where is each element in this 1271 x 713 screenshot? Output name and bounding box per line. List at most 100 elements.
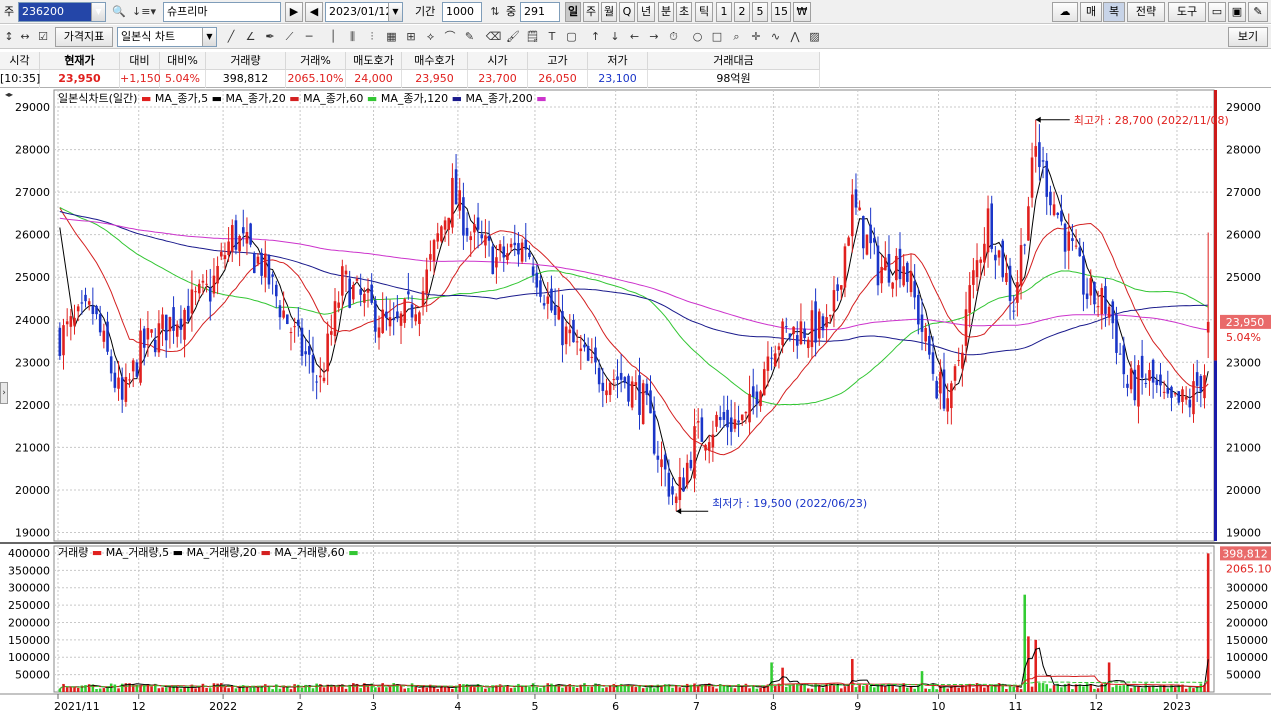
tools-button[interactable]: 도구	[1168, 2, 1206, 22]
period-button-10[interactable]: 5	[752, 2, 768, 22]
right-button-0[interactable]: 매	[1080, 2, 1102, 22]
period-button-4[interactable]: 년	[637, 2, 655, 22]
stock-name-field[interactable]: 슈프리마	[163, 2, 281, 22]
chevron-down-icon[interactable]: ▼	[91, 3, 105, 21]
candle-body-186	[740, 414, 744, 421]
candle-body-289	[1118, 353, 1122, 355]
candle-body-183	[729, 417, 733, 432]
candle-body-140	[572, 319, 575, 343]
candle-body-193	[766, 356, 770, 371]
period-button-2[interactable]: 월	[601, 2, 617, 22]
period-button-12[interactable]: ₩	[793, 2, 811, 22]
candle-body-57	[267, 255, 271, 285]
candle-body-80	[352, 285, 355, 300]
volume-bar-232	[909, 686, 913, 692]
gann-icon[interactable]: ⊞	[402, 27, 420, 47]
side-panel-toggle-icon[interactable]: ›	[0, 382, 8, 404]
candle-body-15	[113, 372, 117, 388]
volume-bar-159	[641, 688, 645, 692]
rect-icon[interactable]: □	[708, 27, 726, 47]
stock-code-input[interactable]: 236200 ▼	[18, 2, 106, 22]
chart-type-select[interactable]: 일본식 차트 ▼	[117, 27, 217, 47]
fan-icon[interactable]: ⟡	[422, 27, 440, 47]
candle-body-149	[605, 390, 608, 396]
period-button-8[interactable]: 1	[716, 2, 732, 22]
down-icon[interactable]: ↓	[606, 27, 624, 47]
sort-icon[interactable]: ↓≡▾	[130, 2, 158, 22]
grid-icon[interactable]: ▦	[383, 27, 401, 47]
vline-icon[interactable]: │	[324, 27, 342, 47]
count-input[interactable]: 291	[520, 2, 560, 22]
volume-bar-235	[920, 671, 924, 692]
channel-icon[interactable]: ⫼	[344, 27, 362, 47]
volume-bar-214	[843, 686, 847, 692]
candle-body-4	[73, 317, 76, 326]
angle-line-icon[interactable]: ∠	[242, 27, 260, 47]
wave-icon[interactable]: ∿	[767, 27, 785, 47]
period-button-5[interactable]: 분	[658, 2, 674, 22]
box-icon[interactable]: ▢	[563, 27, 581, 47]
play-forward-button[interactable]: ▶	[285, 2, 303, 22]
hline-icon[interactable]: ─	[300, 27, 318, 47]
period-button-9[interactable]: 2	[734, 2, 750, 22]
right-button-1[interactable]: 복	[1103, 2, 1125, 22]
volume-bar-169	[678, 687, 682, 692]
indicator-button[interactable]: 가격지표	[55, 27, 113, 47]
candle-body-239	[935, 380, 938, 399]
view-button[interactable]: 보기	[1228, 27, 1268, 47]
circle-icon[interactable]: ○	[689, 27, 707, 47]
period-button-7[interactable]: 틱	[695, 2, 713, 22]
fib-icon[interactable]: ⫶	[363, 27, 381, 47]
scale-bar-up	[1214, 90, 1217, 361]
period-button-1[interactable]: 주	[583, 2, 599, 22]
candle-body-167	[671, 486, 674, 495]
volume-bar-116	[484, 688, 487, 692]
line-icon[interactable]: ╱	[222, 27, 240, 47]
settings-icon[interactable]: ✎	[1248, 2, 1268, 22]
period-button-11[interactable]: 15	[771, 2, 791, 22]
scroll-arrows-icon[interactable]: ◂▸	[2, 89, 16, 101]
trend-icon[interactable]: ⟋	[281, 27, 299, 47]
edit-icon[interactable]: ☑	[34, 27, 52, 47]
right-icon[interactable]: →	[645, 27, 663, 47]
chevron-down-icon[interactable]: ▼	[202, 28, 216, 46]
spin-icon[interactable]: ⇅	[486, 2, 504, 22]
cursor-icon[interactable]: ✛	[747, 27, 765, 47]
search-icon[interactable]: 🔍	[110, 2, 128, 22]
clock-icon[interactable]: ⏱	[665, 27, 683, 47]
zigzag-icon[interactable]: ⋀	[786, 27, 804, 47]
main-toolbar: 주 236200 ▼ 🔍 ↓≡▾ 슈프리마 ▶ ◀ 2023/01/12 ▼ 기…	[0, 0, 1271, 24]
candle-body-296	[1144, 382, 1148, 384]
eraser-icon[interactable]: ⌫	[485, 27, 503, 47]
left-icon[interactable]: ←	[626, 27, 644, 47]
quote-value-3: 5.04%	[160, 70, 206, 88]
candle-body-25	[150, 329, 153, 333]
text-icon[interactable]: T	[543, 27, 561, 47]
calendar-dropdown-icon[interactable]: ▼	[388, 3, 402, 21]
period-button-0[interactable]: 일	[565, 2, 581, 22]
arc-icon[interactable]: ⌒	[441, 27, 459, 47]
folder-icon[interactable]: ▭	[1208, 2, 1226, 22]
up-icon[interactable]: ↑	[587, 27, 605, 47]
cloud-icon[interactable]: ☁	[1052, 2, 1078, 22]
note-icon[interactable]: 🗒	[524, 27, 542, 47]
save-icon[interactable]: ▣	[1228, 2, 1246, 22]
play-back-button[interactable]: ◀	[305, 2, 323, 22]
arrow-leftright-icon[interactable]: ↔	[16, 27, 34, 47]
image-icon[interactable]: ▨	[806, 27, 824, 47]
color-icon[interactable]: 🖌	[504, 27, 522, 47]
legend-ma200: MA_종가,200	[465, 92, 533, 105]
volume-bar-149	[605, 687, 608, 692]
volume-bar-215	[847, 685, 850, 692]
period-input[interactable]: 1000	[442, 2, 482, 22]
date-field[interactable]: 2023/01/12 ▼	[325, 2, 403, 22]
strategy-button[interactable]: 전략	[1127, 2, 1165, 22]
candle-body-130	[535, 272, 539, 288]
pencil-icon[interactable]: ✎	[461, 27, 479, 47]
period-button-3[interactable]: Q	[619, 2, 635, 22]
pen-icon[interactable]: ✒	[261, 27, 279, 47]
volume-bar-33	[179, 688, 183, 692]
period-button-6[interactable]: 초	[676, 2, 692, 22]
magnify-icon[interactable]: ⌕	[728, 27, 746, 47]
volume-bar-295	[1140, 688, 1144, 692]
